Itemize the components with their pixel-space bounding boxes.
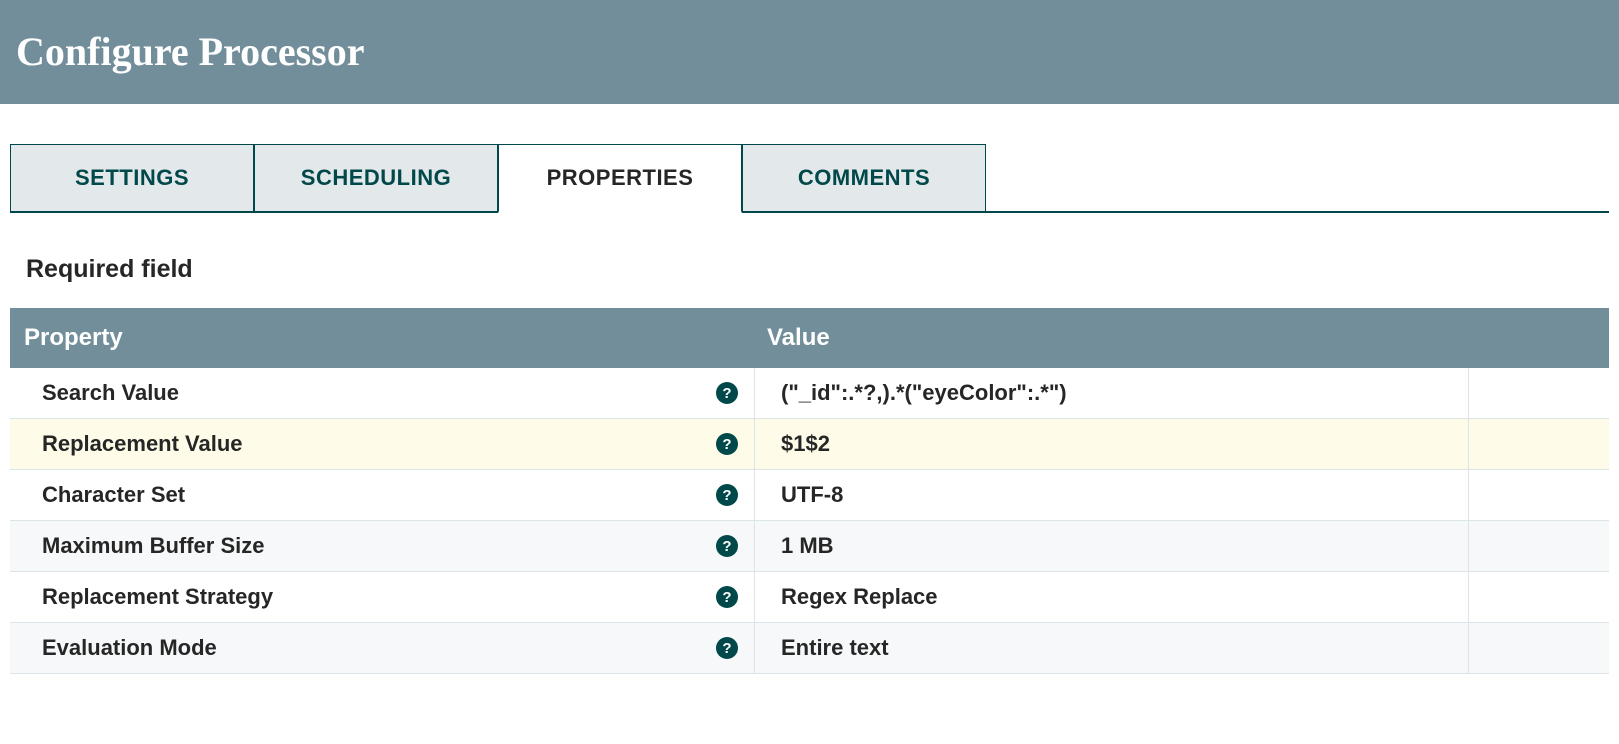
properties-table: Property Value Search Value ? ("_id":.*?… [10,308,1609,674]
value-cell[interactable]: Regex Replace [755,572,1609,622]
help-icon[interactable]: ? [716,433,738,455]
divider [1468,572,1469,622]
table-header: Property Value [10,308,1609,368]
property-cell: Evaluation Mode ? [10,623,755,673]
tab-properties[interactable]: PROPERTIES [498,144,742,213]
column-header-property: Property [10,308,755,368]
property-value: ("_id":.*?,).*("eyeColor":.*") [781,380,1609,406]
table-row[interactable]: Character Set ? UTF-8 [10,470,1609,521]
required-field-label: Required field [26,255,1609,284]
column-header-value: Value [755,308,1609,368]
property-value: Entire text [781,635,1609,661]
dialog-header: Configure Processor [0,0,1619,104]
property-name: Search Value [42,380,716,406]
divider [1468,623,1469,673]
help-icon[interactable]: ? [716,382,738,404]
property-name: Evaluation Mode [42,635,716,661]
table-row[interactable]: Search Value ? ("_id":.*?,).*("eyeColor"… [10,368,1609,419]
table-row[interactable]: Maximum Buffer Size ? 1 MB [10,521,1609,572]
property-value: $1$2 [781,431,1609,457]
help-icon[interactable]: ? [716,637,738,659]
property-value: Regex Replace [781,584,1609,610]
value-cell[interactable]: 1 MB [755,521,1609,571]
tab-label: SCHEDULING [301,165,451,190]
divider [1468,521,1469,571]
property-cell: Replacement Value ? [10,419,755,469]
divider [1468,419,1469,469]
property-cell: Replacement Strategy ? [10,572,755,622]
tab-bar: SETTINGS SCHEDULING PROPERTIES COMMENTS [10,144,1609,213]
tab-scheduling[interactable]: SCHEDULING [254,144,498,211]
help-icon[interactable]: ? [716,586,738,608]
table-row[interactable]: Evaluation Mode ? Entire text [10,623,1609,674]
tabs-container: SETTINGS SCHEDULING PROPERTIES COMMENTS [0,144,1619,213]
table-row[interactable]: Replacement Strategy ? Regex Replace [10,572,1609,623]
value-cell[interactable]: UTF-8 [755,470,1609,520]
property-cell: Search Value ? [10,368,755,418]
content-area: Required field Property Value Search Val… [0,255,1619,674]
divider [1468,470,1469,520]
divider [1468,368,1469,418]
tab-settings[interactable]: SETTINGS [10,144,254,211]
value-cell[interactable]: ("_id":.*?,).*("eyeColor":.*") [755,368,1609,418]
dialog-title: Configure Processor [16,28,364,75]
property-name: Replacement Value [42,431,716,457]
value-cell[interactable]: Entire text [755,623,1609,673]
help-icon[interactable]: ? [716,484,738,506]
property-value: 1 MB [781,533,1609,559]
property-name: Replacement Strategy [42,584,716,610]
property-name: Character Set [42,482,716,508]
table-row[interactable]: Replacement Value ? $1$2 [10,419,1609,470]
tab-label: COMMENTS [798,165,930,190]
tab-label: PROPERTIES [547,165,694,190]
property-cell: Character Set ? [10,470,755,520]
value-cell[interactable]: $1$2 [755,419,1609,469]
property-name: Maximum Buffer Size [42,533,716,559]
property-value: UTF-8 [781,482,1609,508]
tab-comments[interactable]: COMMENTS [742,144,986,211]
property-cell: Maximum Buffer Size ? [10,521,755,571]
tab-label: SETTINGS [75,165,189,190]
help-icon[interactable]: ? [716,535,738,557]
